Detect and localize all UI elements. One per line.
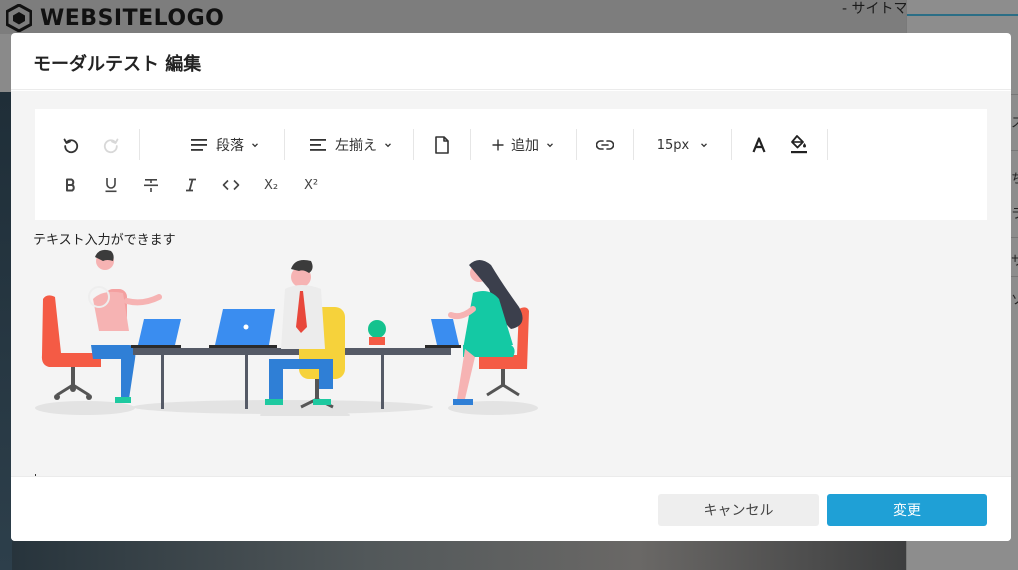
paragraph-lines-icon [191,139,207,151]
superscript-icon: X² [303,177,319,193]
editor-text[interactable]: テキスト入力ができます [33,229,176,248]
bold-button[interactable] [59,173,83,197]
bold-icon [66,178,75,192]
superscript-button[interactable]: X² [299,173,323,197]
sitemap-link: - サイトマ [842,1,908,17]
file-button[interactable] [430,133,454,157]
logo-text: WEBSITELOGO [40,5,225,31]
site-logo: WEBSITELOGO [6,4,224,32]
hero-image-edge [12,540,906,570]
sidebar-text-fragment: サ [1011,254,1018,269]
subscript-icon: X₂ [263,177,279,193]
chevron-down-icon [252,143,258,148]
toolbar-separator [139,129,140,160]
sidebar-text-fragment: ち [1011,172,1018,187]
logo-hexagon-icon [6,4,32,32]
sidebar-text-fragment: ラ [1011,207,1018,222]
toolbar-separator [827,129,828,160]
link-icon [596,140,614,150]
font-color-button[interactable] [747,133,771,157]
link-button[interactable] [593,133,617,157]
modal-header: モーダルテスト 編集 [11,33,1011,90]
code-icon [222,179,240,191]
font-size-value: 15px [656,137,690,153]
toolbar-separator [284,129,285,160]
italic-button[interactable] [179,173,203,197]
paint-bucket-icon [791,135,807,154]
redo-button[interactable] [99,133,123,157]
paragraph-label: 段落 [216,138,244,154]
code-button[interactable] [219,173,243,197]
toolbar-separator [413,129,414,160]
save-button[interactable]: 変更 [827,494,987,526]
cancel-button[interactable]: キャンセル [658,494,819,526]
add-label: 追加 [511,138,539,154]
add-dropdown[interactable]: 追加 [485,133,561,157]
chevron-down-icon [385,143,391,148]
toolbar-separator [576,129,577,160]
subscript-button[interactable]: X₂ [259,173,283,197]
undo-icon [63,138,79,154]
undo-button[interactable] [59,133,83,157]
office-meeting-illustration[interactable] [33,249,538,416]
redo-icon [103,138,119,154]
align-label: 左揃え [335,138,377,154]
align-left-icon [310,139,326,151]
strikethrough-button[interactable] [139,173,163,197]
sidebar-text-fragment: ス [1011,116,1018,131]
toolbar-separator [731,129,732,160]
file-icon [435,136,449,154]
edit-modal: モーダルテスト 編集 段落 左揃え 追加 15px X₂ X² テキスト入力がで… [11,33,1011,541]
highlight-color-button[interactable] [787,131,811,157]
italic-icon [186,178,196,192]
modal-body: 段落 左揃え 追加 15px X₂ X² テキスト入力ができます [11,91,1011,488]
editor-toolbar: 段落 左揃え 追加 15px X₂ X² [35,109,987,220]
paragraph-dropdown[interactable]: 段落 [175,133,275,157]
modal-footer: キャンセル 変更 [11,476,1011,541]
toolbar-separator [470,129,471,160]
toolbar-separator [633,129,634,160]
plus-icon [492,139,504,151]
sidebar-accent-line [907,14,1018,16]
chevron-down-icon [701,143,708,148]
modal-title: モーダルテスト 編集 [33,54,202,75]
font-size-dropdown[interactable]: 15px [647,133,719,157]
strikethrough-icon [144,179,158,192]
underline-button[interactable] [99,173,123,197]
sidebar-text-fragment: ソ [1011,293,1018,308]
align-dropdown[interactable]: 左揃え [301,133,401,157]
font-color-icon [752,137,766,153]
chevron-down-icon [547,143,553,148]
underline-icon [105,178,117,193]
